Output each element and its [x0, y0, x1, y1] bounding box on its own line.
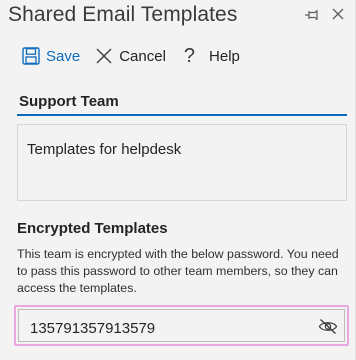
cancel-x-icon	[96, 48, 112, 64]
encrypted-templates-heading: Encrypted Templates	[17, 220, 168, 237]
team-name-text: Support Team	[19, 93, 119, 110]
team-name-field[interactable]: Support Team	[17, 84, 347, 116]
pane-title: Shared Email Templates	[8, 3, 238, 26]
pin-icon[interactable]	[304, 7, 322, 23]
save-button[interactable]: Save	[22, 47, 80, 65]
password-focus-ring: 135791357913579	[14, 305, 349, 346]
help-label: Help	[209, 47, 240, 65]
save-label: Save	[46, 47, 81, 65]
password-value: 135791357913579	[30, 320, 156, 337]
password-field[interactable]: 135791357913579	[18, 309, 345, 342]
cancel-button[interactable]: Cancel	[95, 47, 166, 65]
shared-email-templates-pane: Shared Email Templates Save Cancel ? Hel…	[0, 0, 356, 360]
team-description-text: Templates for helpdesk	[27, 141, 182, 158]
close-icon[interactable]	[330, 6, 346, 22]
team-description-field[interactable]: Templates for helpdesk	[17, 124, 347, 201]
encryption-description: This team is encrypted with the below pa…	[17, 247, 339, 295]
question-mark-icon: ?	[183, 45, 196, 67]
eye-slash-icon[interactable]	[318, 318, 338, 335]
cancel-label: Cancel	[119, 47, 166, 65]
help-button[interactable]: ? Help	[184, 46, 240, 66]
toolbar: Save Cancel ? Help	[22, 45, 240, 67]
save-icon	[22, 47, 40, 65]
